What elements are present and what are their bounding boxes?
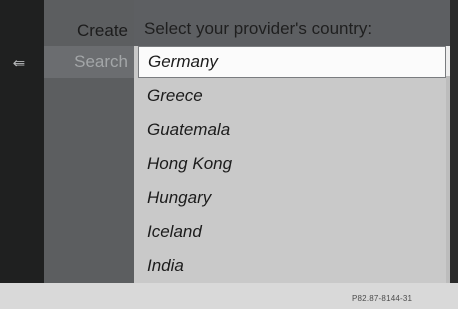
list-item-selected[interactable]: Germany	[138, 46, 446, 78]
scrollbar-thumb[interactable]	[446, 46, 450, 76]
menu-column: Create Search	[44, 0, 134, 283]
list-item[interactable]: Hong Kong	[138, 148, 446, 180]
back-arrow-icon[interactable]: ⇚	[8, 54, 30, 72]
navigation-screen: Create Search ⇚ Select your provider's c…	[0, 0, 458, 309]
right-bezel-strip	[450, 0, 458, 283]
create-menu-item[interactable]: Create	[44, 14, 134, 48]
image-reference-code: P82.87-8144-31	[352, 294, 413, 303]
search-menu-item[interactable]: Search	[44, 46, 134, 78]
list-item[interactable]: Guatemala	[138, 114, 446, 146]
list-item[interactable]: Iceland	[138, 216, 446, 248]
page-title: Select your provider's country:	[144, 19, 373, 38]
scrollbar-track[interactable]	[446, 46, 450, 283]
list-item[interactable]: Greece	[138, 80, 446, 112]
left-bezel-strip	[0, 0, 44, 283]
list-item[interactable]: Hungary	[138, 182, 446, 214]
list-item[interactable]: India	[138, 250, 446, 282]
